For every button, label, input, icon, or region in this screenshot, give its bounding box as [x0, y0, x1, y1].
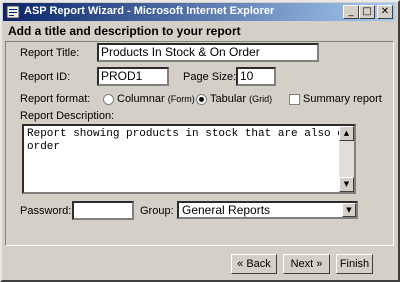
wizard-step-heading: Add a title and description to your repo… — [8, 24, 241, 38]
group-select[interactable]: General Reports ▼ — [177, 201, 358, 219]
columnar-label: Columnar — [117, 93, 165, 105]
page-size-label: Page Size: — [183, 71, 237, 83]
report-format-label: Report format: — [20, 93, 91, 105]
maximize-icon: □ — [362, 6, 372, 17]
columnar-radio[interactable] — [103, 94, 114, 105]
minimize-icon: _ — [348, 6, 354, 17]
password-label: Password: — [20, 205, 72, 217]
group-label: Group: — [140, 205, 174, 217]
minimize-button[interactable]: _ — [343, 5, 359, 19]
close-icon: ✕ — [380, 6, 390, 17]
tabular-radio[interactable] — [196, 94, 207, 105]
summary-report-checkbox[interactable] — [289, 94, 300, 105]
summary-report-label: Summary report — [303, 93, 382, 105]
report-description-label: Report Description: — [20, 110, 115, 122]
finish-button[interactable]: Finish — [336, 254, 373, 274]
dropdown-arrow-icon[interactable]: ▼ — [342, 203, 356, 217]
report-title-label: Report Title: — [20, 47, 80, 59]
ie-app-icon — [6, 5, 20, 19]
page-size-input[interactable]: 10 — [236, 67, 276, 86]
columnar-note: (Form) — [167, 94, 195, 104]
report-description-textarea[interactable]: Report showing products in stock that ar… — [22, 124, 356, 194]
tabular-label: Tabular — [210, 93, 247, 105]
scroll-up-arrow-icon[interactable]: ▲ — [339, 126, 354, 141]
group-selected-value: General Reports — [182, 203, 271, 217]
tabular-note: (Grid) — [249, 94, 273, 104]
report-id-label: Report ID: — [20, 71, 71, 83]
description-scrollbar[interactable]: ▲ ▼ — [339, 126, 354, 192]
back-button[interactable]: « Back — [231, 254, 277, 274]
next-button[interactable]: Next » — [283, 254, 330, 274]
report-title-input[interactable]: Products In Stock & On Order — [97, 43, 319, 62]
password-input[interactable] — [72, 201, 134, 220]
report-id-input[interactable]: PROD1 — [97, 67, 169, 86]
maximize-button[interactable]: □ — [359, 5, 375, 19]
close-button[interactable]: ✕ — [377, 5, 393, 19]
tabular-option[interactable]: Tabular (Grid) — [210, 93, 272, 105]
window-title: ASP Report Wizard - Microsoft Internet E… — [24, 5, 275, 17]
title-bar: ASP Report Wizard - Microsoft Internet E… — [3, 3, 395, 21]
browser-window: ASP Report Wizard - Microsoft Internet E… — [0, 0, 400, 282]
scroll-down-arrow-icon[interactable]: ▼ — [339, 177, 354, 192]
columnar-option[interactable]: Columnar (Form) — [117, 93, 195, 105]
